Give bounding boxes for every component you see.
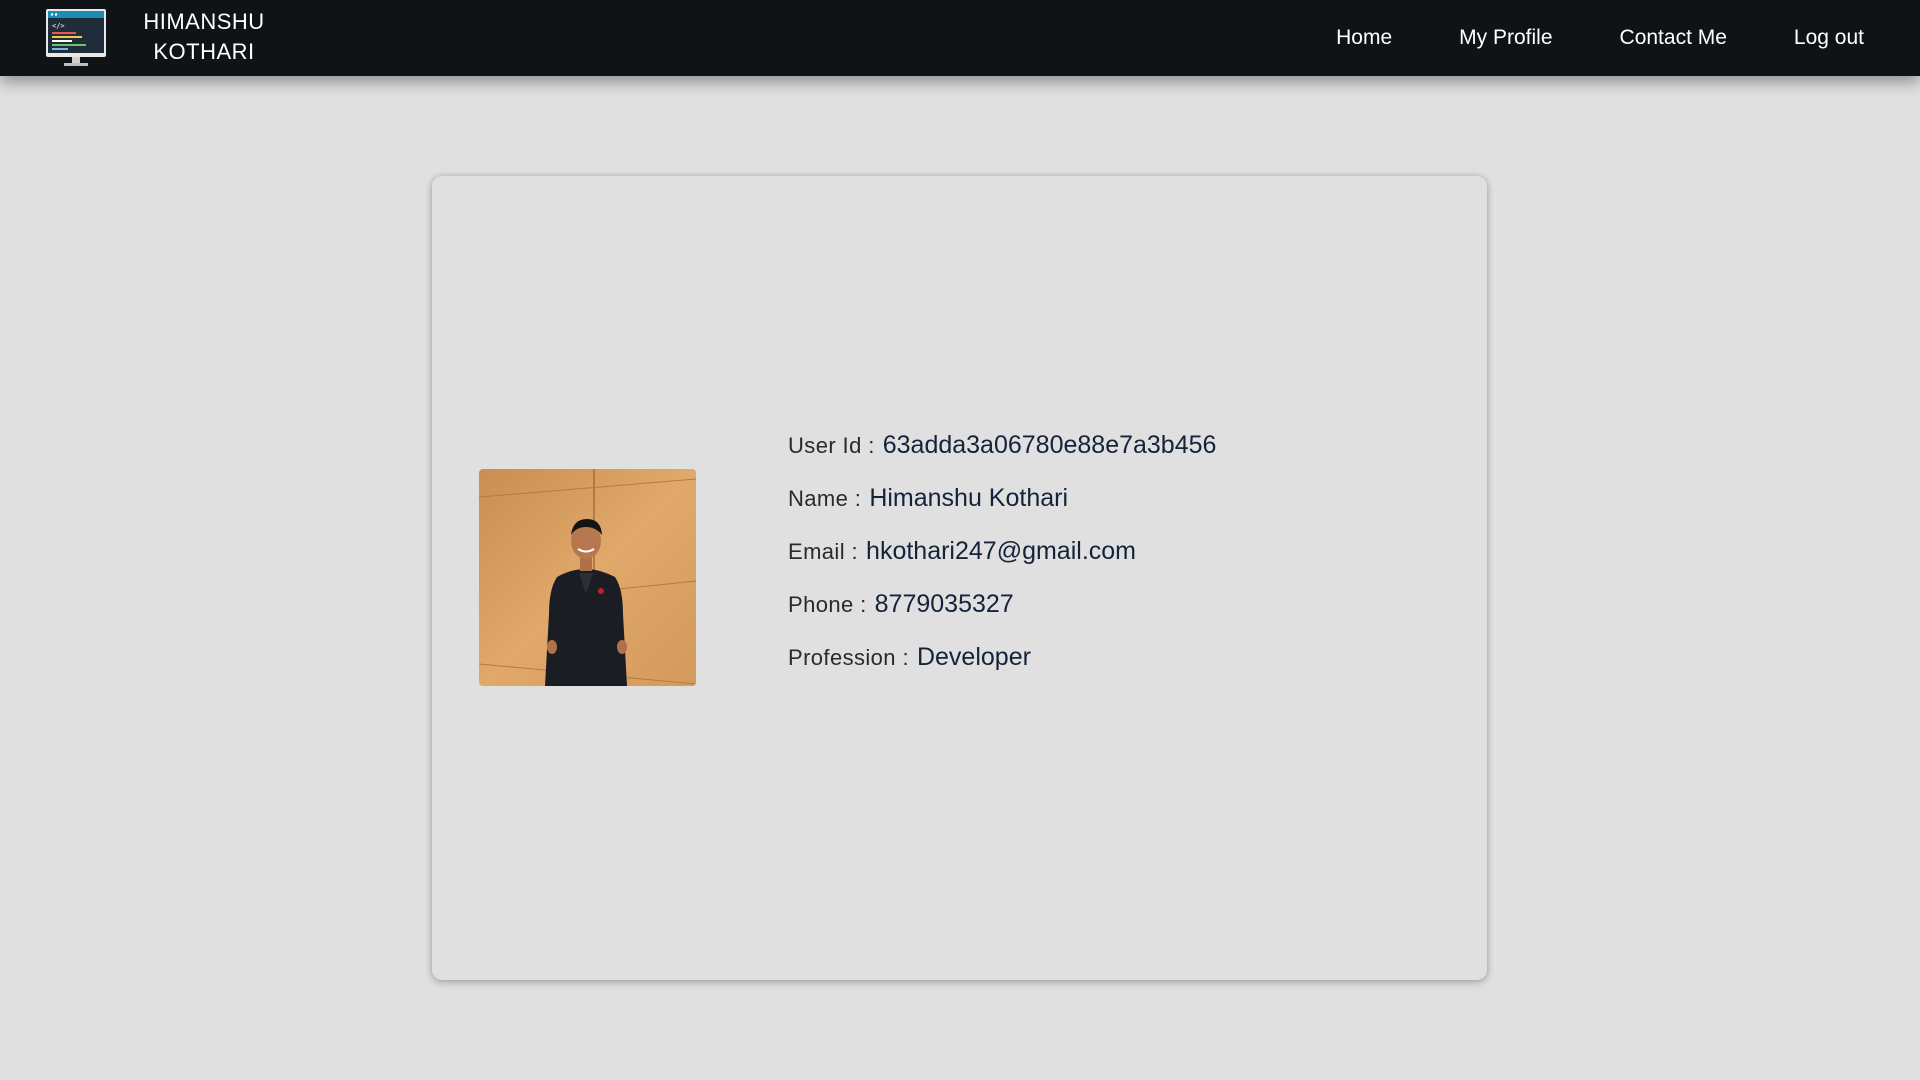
profile-photo — [479, 469, 696, 686]
brand-last-name: KOTHARI — [153, 39, 255, 64]
user-id-row: User Id : 63adda3a06780e88e7a3b456 — [788, 431, 1216, 484]
navbar: </> HIMANSHU KOTHARI Home My Profile Con… — [0, 0, 1920, 76]
name-label: Name : — [788, 486, 862, 511]
email-row: Email : hkothari247@gmail.com — [788, 537, 1216, 590]
profile-card: User Id : 63adda3a06780e88e7a3b456 Name … — [432, 176, 1487, 980]
user-id-value: 63adda3a06780e88e7a3b456 — [882, 431, 1217, 459]
user-id-label: User Id : — [788, 433, 875, 458]
nav-links: Home My Profile Contact Me Log out — [1269, 0, 1864, 76]
brand-first-name: HIMANSHU — [143, 9, 265, 34]
svg-text:</>: </> — [52, 22, 65, 30]
phone-label: Phone : — [788, 592, 867, 617]
nav-my-profile[interactable]: My Profile — [1459, 26, 1552, 50]
nav-log-out[interactable]: Log out — [1794, 26, 1864, 50]
name-value: Himanshu Kothari — [869, 484, 1069, 512]
brand[interactable]: </> HIMANSHU KOTHARI — [46, 6, 274, 68]
profession-row: Profession : Developer — [788, 643, 1216, 696]
profession-value: Developer — [916, 643, 1031, 671]
email-value: hkothari247@gmail.com — [866, 537, 1136, 565]
profile-info: User Id : 63adda3a06780e88e7a3b456 Name … — [788, 431, 1216, 696]
computer-monitor-code-icon: </> — [46, 7, 106, 67]
profession-label: Profession : — [788, 645, 909, 670]
email-label: Email : — [788, 539, 859, 564]
nav-contact-me[interactable]: Contact Me — [1620, 26, 1727, 50]
brand-name: HIMANSHU KOTHARI — [134, 7, 274, 67]
phone-row: Phone : 8779035327 — [788, 590, 1216, 643]
nav-home[interactable]: Home — [1336, 26, 1392, 50]
name-row: Name : Himanshu Kothari — [788, 484, 1216, 537]
phone-value: 8779035327 — [874, 590, 1014, 618]
